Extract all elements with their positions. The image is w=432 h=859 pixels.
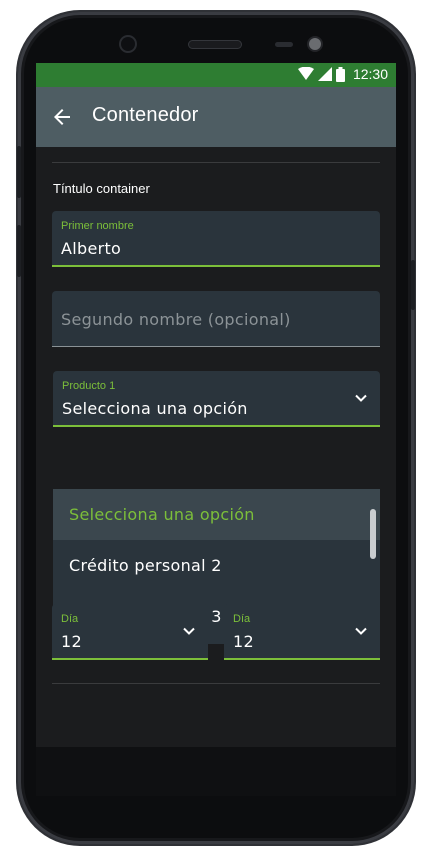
bottom-divider [52,683,380,684]
app-bar: Contenedor [36,87,396,147]
page-title: Contenedor [92,104,199,126]
day-label-1: Día [61,613,79,625]
day-value-1: 12 [61,632,82,651]
navigation-area [36,747,396,796]
second-name-placeholder: Segundo nombre (opcional) [61,310,291,329]
wifi-icon [297,67,314,80]
first-name-label: Primer nombre [61,220,134,232]
power-button [411,260,415,310]
day-value-2: 12 [233,632,254,651]
chevron-down-icon[interactable] [182,624,196,638]
front-camera [121,37,135,51]
section-title: Tíntulo container [53,181,150,196]
earpiece-speaker [189,41,241,48]
product-select[interactable]: Producto 1 Selecciona una opción [53,371,380,427]
status-bar: 12:30 [36,63,396,87]
first-name-value: Alberto [61,239,122,258]
phone-screen: 12:30 Contenedor Tíntulo container Prime… [36,63,396,796]
day-label-2: Día [233,613,251,625]
volume-down-button [17,225,21,277]
second-name-field[interactable]: Segundo nombre (opcional) [52,291,380,347]
chevron-down-icon[interactable] [354,624,368,638]
status-time: 12:30 [352,66,388,82]
proximity-sensor [275,42,293,47]
product-label: Producto 1 [62,380,116,392]
light-sensor [309,38,321,50]
product-value: Selecciona una opción [62,399,248,418]
form-container: Tíntulo container Primer nombre Alberto … [36,147,396,747]
top-divider [52,162,380,163]
menu-option[interactable]: Selecciona una opción [53,489,380,540]
day-select-2[interactable]: Día 12 [224,604,380,660]
battery-icon [335,66,345,82]
volume-up-button [17,146,21,198]
arrow-left-icon[interactable] [50,105,74,129]
chevron-up-icon[interactable] [354,391,368,405]
menu-option[interactable]: Crédito personal 2 [53,540,380,591]
first-name-field[interactable]: Primer nombre Alberto [52,211,380,267]
signal-icon [317,67,332,81]
menu-scrollbar[interactable] [370,509,376,559]
day-select-1[interactable]: Día 12 [52,604,208,660]
